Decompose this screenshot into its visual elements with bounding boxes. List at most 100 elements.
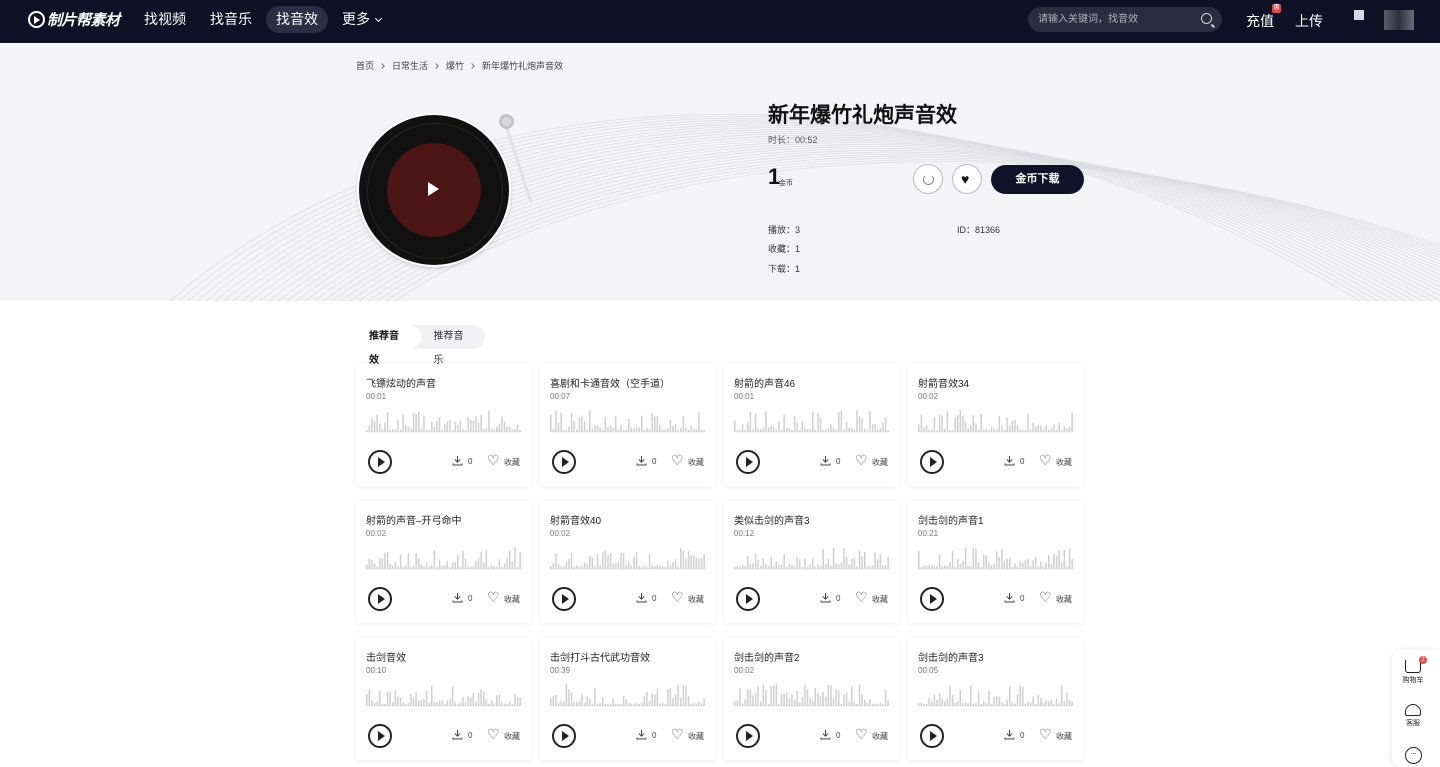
play-button[interactable] xyxy=(552,587,576,611)
heart-outline-icon[interactable]: ♡ xyxy=(671,452,684,468)
download-icon[interactable] xyxy=(1004,729,1015,740)
nav-find-video[interactable]: 找视频 xyxy=(134,6,196,33)
heart-outline-icon[interactable]: ♡ xyxy=(487,589,500,605)
sound-card[interactable]: 剑击剑的声音3 00:05 0 ♡ 收藏 xyxy=(908,638,1083,760)
download-icon[interactable] xyxy=(636,729,647,740)
heart-outline-icon[interactable]: ♡ xyxy=(855,452,868,468)
heart-outline-icon[interactable]: ♡ xyxy=(671,726,684,742)
coin-download-button[interactable]: 金币下载 xyxy=(991,165,1084,194)
heart-outline-icon[interactable]: ♡ xyxy=(1039,452,1052,468)
favorite-label[interactable]: 收藏 xyxy=(872,457,888,468)
heart-outline-icon[interactable]: ♡ xyxy=(855,589,868,605)
sound-card[interactable]: 射箭的声音46 00:01 0 ♡ 收藏 xyxy=(724,364,899,486)
download-icon[interactable] xyxy=(636,455,647,466)
customer-service-button[interactable]: 客服 xyxy=(1392,704,1434,728)
download-icon[interactable] xyxy=(820,455,831,466)
favorite-label[interactable]: 收藏 xyxy=(688,457,704,468)
recharge-link[interactable]: 充值 xyxy=(1246,11,1274,31)
sound-card-title[interactable]: 剑击剑的声音1 xyxy=(918,512,984,527)
waveform[interactable] xyxy=(918,545,1073,570)
search-input[interactable] xyxy=(1038,7,1198,32)
sound-card[interactable]: 击剑打斗古代武功音效 00:39 0 ♡ 收藏 xyxy=(540,638,715,760)
play-button[interactable] xyxy=(368,724,392,748)
sound-card-title[interactable]: 射箭的声音46 xyxy=(734,375,795,390)
breadcrumb-firecracker[interactable]: 爆竹 xyxy=(446,59,464,72)
waveform[interactable] xyxy=(918,408,1073,433)
sound-card-title[interactable]: 剑击剑的声音2 xyxy=(734,649,800,664)
heart-outline-icon[interactable]: ♡ xyxy=(1039,726,1052,742)
vinyl-disc-player[interactable] xyxy=(359,115,509,265)
sound-card[interactable]: 射箭音效40 00:02 0 ♡ 收藏 xyxy=(540,501,715,623)
download-icon[interactable] xyxy=(1004,592,1015,603)
download-icon[interactable] xyxy=(452,455,463,466)
waveform[interactable] xyxy=(550,545,705,570)
sound-card[interactable]: 类似击剑的声音3 00:12 0 ♡ 收藏 xyxy=(724,501,899,623)
play-button[interactable] xyxy=(736,450,760,474)
play-icon[interactable] xyxy=(428,182,439,196)
breadcrumb-home[interactable]: 首页 xyxy=(356,59,374,72)
favorite-label[interactable]: 收藏 xyxy=(1056,457,1072,468)
favorite-label[interactable]: 收藏 xyxy=(504,457,520,468)
upload-link[interactable]: 上传 xyxy=(1295,11,1323,31)
waveform[interactable] xyxy=(550,682,705,707)
waveform[interactable] xyxy=(366,682,521,707)
play-button[interactable] xyxy=(552,724,576,748)
waveform[interactable] xyxy=(734,682,889,707)
sound-card-title[interactable]: 射箭音效34 xyxy=(918,375,969,390)
favorite-label[interactable]: 收藏 xyxy=(688,731,704,742)
search-icon[interactable] xyxy=(1201,13,1212,24)
download-icon[interactable] xyxy=(820,729,831,740)
play-button[interactable] xyxy=(368,450,392,474)
waveform[interactable] xyxy=(734,545,889,570)
sound-card[interactable]: 飞镖炫动的声音 00:01 0 ♡ 收藏 xyxy=(356,364,531,486)
waveform[interactable] xyxy=(366,408,521,433)
refresh-button[interactable] xyxy=(913,164,943,194)
message-icon[interactable] xyxy=(1354,10,1364,20)
play-button[interactable] xyxy=(920,587,944,611)
sound-card-title[interactable]: 击剑音效 xyxy=(366,649,406,664)
favorite-label[interactable]: 收藏 xyxy=(872,731,888,742)
heart-outline-icon[interactable]: ♡ xyxy=(1039,589,1052,605)
heart-outline-icon[interactable]: ♡ xyxy=(487,452,500,468)
sound-card-title[interactable]: 射箭音效40 xyxy=(550,512,601,527)
favorite-label[interactable]: 收藏 xyxy=(504,731,520,742)
play-button[interactable] xyxy=(920,724,944,748)
sound-card[interactable]: 剑击剑的声音2 00:02 0 ♡ 收藏 xyxy=(724,638,899,760)
nav-find-sound-effects[interactable]: 找音效 xyxy=(266,6,328,33)
waveform[interactable] xyxy=(918,682,1073,707)
play-button[interactable] xyxy=(368,587,392,611)
waveform[interactable] xyxy=(734,408,889,433)
favorite-label[interactable]: 收藏 xyxy=(872,594,888,605)
sound-card[interactable]: 射箭的声音–开弓命中 00:02 0 ♡ 收藏 xyxy=(356,501,531,623)
sound-card-title[interactable]: 击剑打斗古代武功音效 xyxy=(550,649,650,664)
waveform[interactable] xyxy=(550,408,705,433)
heart-outline-icon[interactable]: ♡ xyxy=(855,726,868,742)
avatar[interactable] xyxy=(1384,10,1414,30)
sound-card[interactable]: 剑击剑的声音1 00:21 0 ♡ 收藏 xyxy=(908,501,1083,623)
tab-recommended-music[interactable]: 推荐音乐 xyxy=(421,325,486,366)
sound-card[interactable]: 喜剧和卡通音效（空手道） 00:07 0 ♡ 收藏 xyxy=(540,364,715,486)
play-button[interactable] xyxy=(920,450,944,474)
cart-button[interactable]: 购物车 xyxy=(1392,660,1434,685)
sound-card-title[interactable]: 喜剧和卡通音效（空手道） xyxy=(550,375,670,390)
download-icon[interactable] xyxy=(820,592,831,603)
play-button[interactable] xyxy=(736,587,760,611)
favorite-label[interactable]: 收藏 xyxy=(1056,594,1072,605)
download-icon[interactable] xyxy=(636,592,647,603)
sound-card[interactable]: 射箭音效34 00:02 0 ♡ 收藏 xyxy=(908,364,1083,486)
play-button[interactable] xyxy=(552,450,576,474)
play-button[interactable] xyxy=(736,724,760,748)
favorite-button[interactable]: ♥ xyxy=(952,164,982,194)
download-icon[interactable] xyxy=(452,592,463,603)
waveform[interactable] xyxy=(366,545,521,570)
download-icon[interactable] xyxy=(1004,455,1015,466)
sound-card-title[interactable]: 射箭的声音–开弓命中 xyxy=(366,512,462,527)
sound-card[interactable]: 击剑音效 00:10 0 ♡ 收藏 xyxy=(356,638,531,760)
favorite-label[interactable]: 收藏 xyxy=(688,594,704,605)
sound-card-title[interactable]: 剑击剑的声音3 xyxy=(918,649,984,664)
nav-find-music[interactable]: 找音乐 xyxy=(200,6,262,33)
heart-outline-icon[interactable]: ♡ xyxy=(487,726,500,742)
nav-more[interactable]: 更多 xyxy=(332,6,391,33)
sound-card-title[interactable]: 类似击剑的声音3 xyxy=(734,512,810,527)
breadcrumb-daily-life[interactable]: 日常生活 xyxy=(392,59,428,72)
